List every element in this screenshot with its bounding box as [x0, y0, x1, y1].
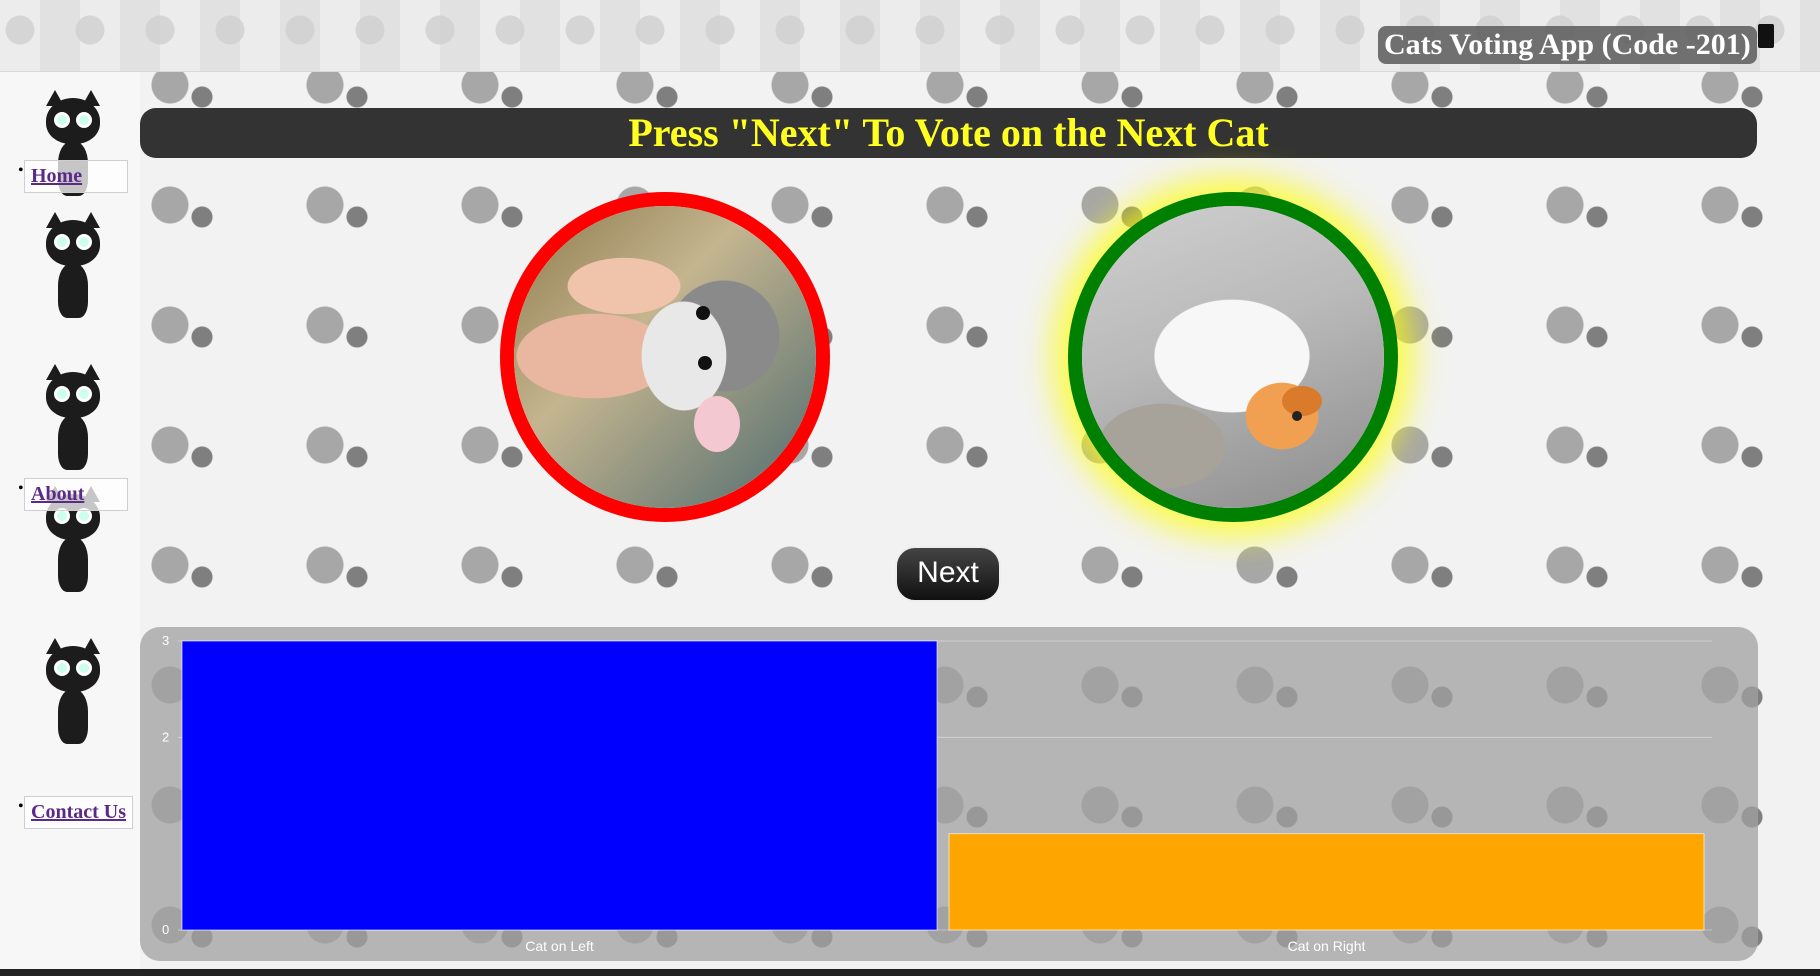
sidebar-item-contact: Contact Us [18, 796, 133, 829]
app-title: Cats Voting App (Code -201) [1378, 26, 1757, 64]
vote-prompt: Press "Next" To Vote on the Next Cat [140, 108, 1757, 158]
nav-link-home[interactable]: Home [24, 160, 128, 193]
x-category-label: Cat on Left [525, 938, 594, 954]
bar-cat-on-right [948, 833, 1705, 931]
vote-chart: 0 2 3 Cat on Left Cat on Right [140, 627, 1758, 961]
nav-link-contact-us[interactable]: Contact Us [24, 796, 133, 829]
door-icon[interactable] [1758, 24, 1774, 48]
next-button[interactable]: Next [895, 546, 1001, 602]
cat-figure-icon [38, 638, 108, 748]
y-tick-label: 0 [162, 922, 169, 937]
kitten-photo [514, 206, 816, 508]
page: Cats Voting App (Code -201) Home About [0, 0, 1820, 976]
right-cat-image[interactable] [1068, 192, 1398, 522]
sidebar: Home About Contact Us [0, 72, 140, 976]
main-content: Press "Next" To Vote on the Next Cat Nex… [140, 72, 1820, 976]
sidebar-item-about: About [18, 478, 128, 511]
y-tick-label: 2 [162, 729, 169, 744]
bottom-divider [0, 969, 1820, 976]
vote-chart-svg: 0 2 3 Cat on Left Cat on Right [162, 633, 1712, 954]
bar-cat-on-left [181, 640, 938, 931]
y-tick-label: 3 [162, 633, 169, 648]
sidebar-item-home: Home [18, 160, 128, 193]
x-category-label: Cat on Right [1288, 938, 1366, 954]
left-cat-image[interactable] [500, 192, 830, 522]
cat-figure-icon [38, 364, 108, 474]
nav-link-about[interactable]: About [24, 478, 128, 511]
cat-figure-icon [38, 212, 108, 322]
kitten-photo [1082, 206, 1384, 508]
